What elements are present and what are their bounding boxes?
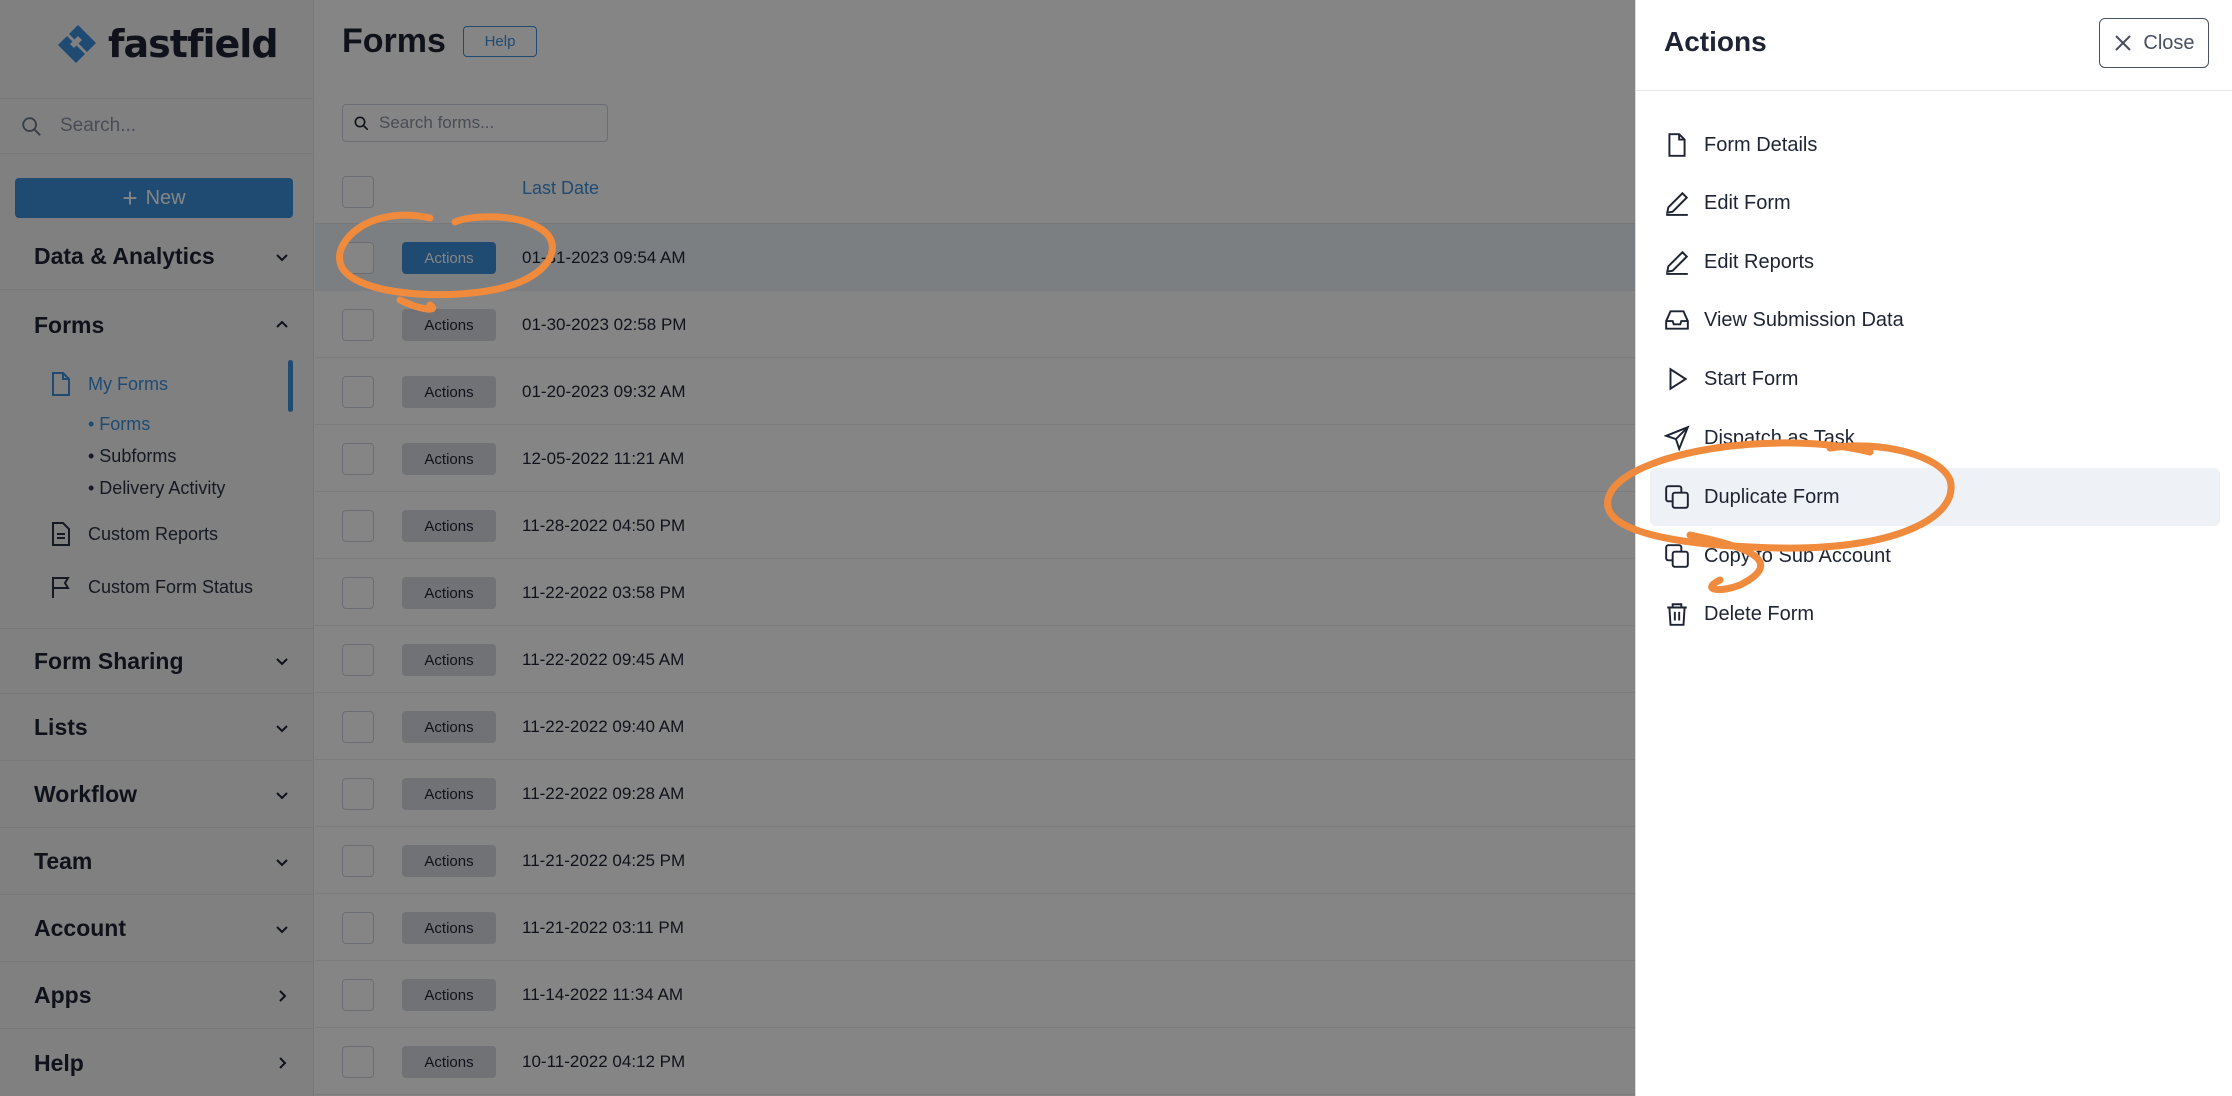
close-icon xyxy=(2115,35,2132,51)
actions-drawer: Actions Close Form Details Edit Form Edi… xyxy=(1635,0,2232,1096)
menu-item-label: Duplicate Form xyxy=(1704,485,1840,508)
menu-item-view-submission-data[interactable]: View Submission Data xyxy=(1650,291,2220,349)
close-button-label: Close xyxy=(2143,31,2195,54)
menu-item-label: Delete Form xyxy=(1704,602,1815,625)
menu-item-label: Edit Form xyxy=(1704,191,1791,214)
menu-item-label: Edit Reports xyxy=(1704,250,1815,273)
drawer-title: Actions xyxy=(1664,26,1767,57)
trash-icon xyxy=(1667,603,1687,626)
play-icon xyxy=(1669,367,1688,391)
send-icon xyxy=(1664,425,1690,451)
menu-item-label: Start Form xyxy=(1704,367,1799,390)
menu-item-start-form[interactable]: Start Form xyxy=(1650,350,2220,408)
close-button[interactable]: Close xyxy=(2099,18,2209,68)
inbox-icon xyxy=(1665,310,1689,330)
pencil-icon xyxy=(1666,191,1689,216)
menu-item-edit-form[interactable]: Edit Form xyxy=(1650,174,2220,232)
menu-item-edit-reports[interactable]: Edit Reports xyxy=(1650,233,2220,291)
copy-icon xyxy=(1665,485,1689,509)
menu-item-label: Form Details xyxy=(1704,133,1818,156)
menu-item-label: View Submission Data xyxy=(1704,308,1904,331)
menu-item-delete-form[interactable]: Delete Form xyxy=(1650,585,2220,643)
menu-item-dispatch-as-task[interactable]: Dispatch as Task xyxy=(1650,409,2220,467)
menu-item-form-details[interactable]: Form Details xyxy=(1650,116,2220,174)
menu-item-label: Copy to Sub Account xyxy=(1704,544,1891,567)
modal-overlay[interactable] xyxy=(0,0,1635,1096)
menu-item-duplicate-form[interactable]: Duplicate Form xyxy=(1650,468,2220,526)
menu-item-label: Dispatch as Task xyxy=(1704,426,1855,449)
pencil-icon xyxy=(1666,250,1689,275)
copy-icon xyxy=(1665,544,1689,568)
file-icon xyxy=(1668,133,1686,157)
drawer-header: Actions Close xyxy=(1636,0,2232,91)
menu-item-copy-to-sub-account[interactable]: Copy to Sub Account xyxy=(1650,527,2220,585)
